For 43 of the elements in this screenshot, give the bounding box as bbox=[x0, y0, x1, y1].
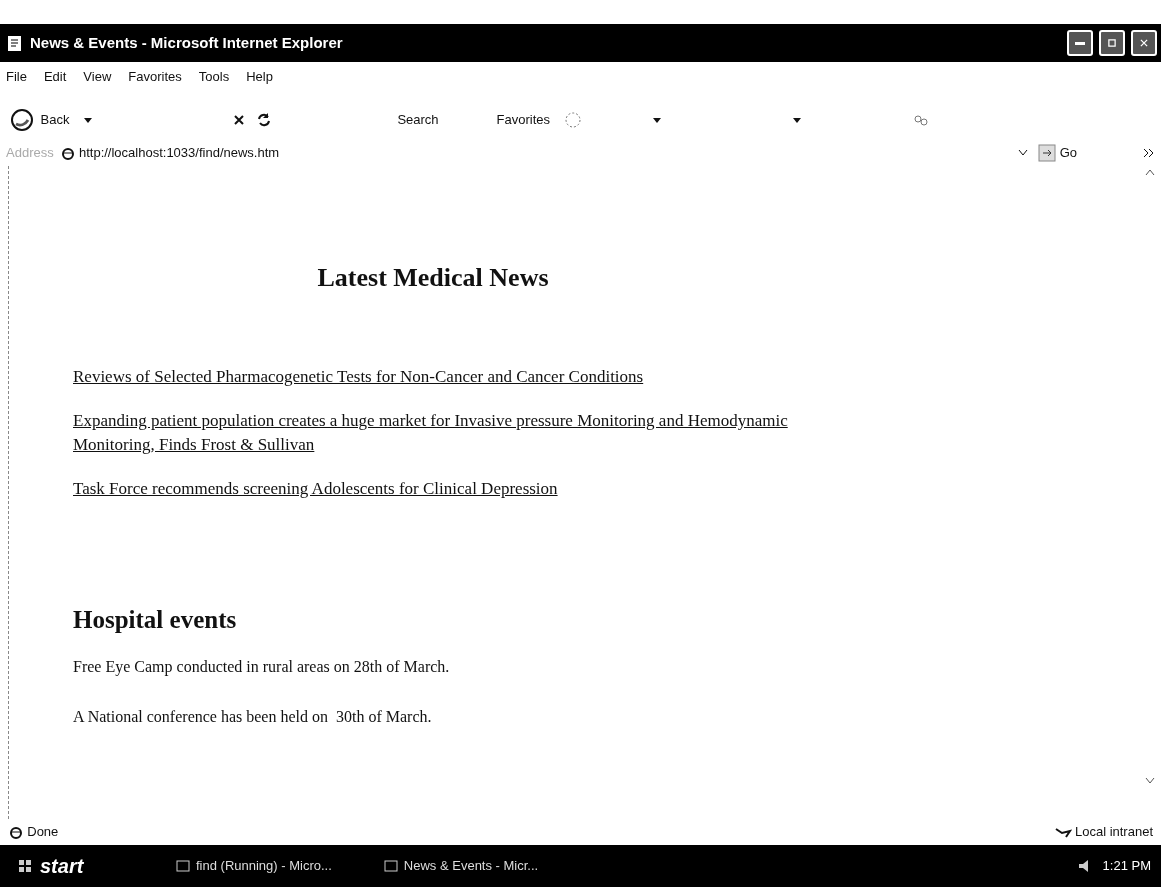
news-link[interactable]: Reviews of Selected Pharmacogenetic Tests for Non-Cancer and Cancer Conditions bbox=[73, 365, 848, 389]
event-text: A National conference has been held on 30th of March. bbox=[73, 706, 433, 727]
clock-text: 1:21 PM bbox=[1102, 857, 1151, 876]
taskbar-button[interactable]: find (Running) - Micro... bbox=[170, 855, 338, 877]
stop-icon[interactable] bbox=[233, 114, 246, 126]
menu-item[interactable]: Favorites bbox=[128, 67, 182, 87]
menu-item[interactable]: Help bbox=[246, 67, 273, 87]
zone-text: Local intranet bbox=[1074, 823, 1153, 842]
window-icon bbox=[383, 859, 398, 873]
caret-icon[interactable] bbox=[792, 115, 803, 125]
globe-icon bbox=[10, 108, 34, 132]
events-heading: Hospital events bbox=[73, 605, 238, 635]
taskbar-button[interactable]: News & Events - Micr... bbox=[377, 855, 545, 877]
news-heading: Latest Medical News bbox=[316, 262, 550, 294]
flag-icon bbox=[16, 857, 34, 875]
menu-item[interactable]: View bbox=[83, 67, 112, 87]
news-link[interactable]: Expanding patient population creates a huge market for Invasive pressure Monitoring and Hemodynamic Monitoring, Finds Frost & Sullivan bbox=[73, 409, 848, 457]
address-field[interactable]: http://localhost:1033/find/news.htm bbox=[59, 143, 1013, 163]
chevron-icon[interactable] bbox=[1143, 148, 1155, 158]
favorites-button[interactable]: Favorites bbox=[492, 108, 555, 132]
caret-icon[interactable] bbox=[83, 115, 94, 125]
scroll-up-icon[interactable] bbox=[1145, 168, 1155, 176]
menu-item[interactable]: File bbox=[6, 67, 27, 87]
minimize-icon bbox=[1075, 41, 1085, 45]
search-button[interactable]: Search bbox=[393, 108, 443, 132]
window-icon bbox=[176, 859, 190, 873]
back-button[interactable]: Back bbox=[6, 106, 74, 134]
maximize-button[interactable] bbox=[1099, 30, 1125, 56]
start-button[interactable]: start bbox=[10, 850, 130, 882]
window-title: News & Events - Microsoft Internet Explorer bbox=[30, 32, 344, 53]
menu-item[interactable]: Edit bbox=[43, 67, 67, 87]
status-text: Done bbox=[27, 823, 59, 842]
event-text: Free Eye Camp conducted in rural areas on 28th of March. bbox=[73, 656, 451, 678]
address-label: Address bbox=[6, 144, 54, 163]
news-link[interactable]: Task Force recommends screening Adolescents for Clinical Depression bbox=[73, 477, 848, 501]
menu-item[interactable]: Tools bbox=[198, 67, 230, 87]
go-button[interactable]: Go bbox=[1034, 141, 1081, 165]
minimize-button[interactable] bbox=[1067, 30, 1093, 56]
dropdown-icon[interactable] bbox=[1018, 149, 1029, 157]
scroll-down-icon[interactable] bbox=[1145, 777, 1155, 785]
page-icon bbox=[6, 34, 24, 52]
close-button[interactable] bbox=[1131, 30, 1157, 56]
caret-icon[interactable] bbox=[652, 115, 663, 125]
